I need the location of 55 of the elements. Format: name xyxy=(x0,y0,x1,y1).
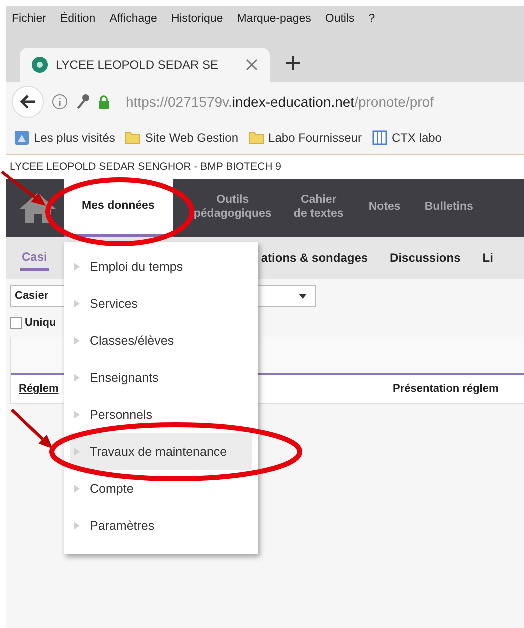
menu-item[interactable]: Enseignants xyxy=(70,359,252,396)
nav-tab[interactable]: Notes xyxy=(354,179,415,237)
plus-icon[interactable] xyxy=(286,56,300,70)
triangle-icon xyxy=(74,336,80,344)
menu-item[interactable]: Affichage xyxy=(110,13,158,25)
nav-tab[interactable]: Mes données xyxy=(64,179,173,237)
menu-item[interactable]: Historique xyxy=(171,13,224,25)
bookmark[interactable]: Site Web Gestion xyxy=(125,130,239,146)
folder-icon xyxy=(248,130,265,146)
nav-tab[interactable]: Cahier de textes xyxy=(282,179,355,237)
back-arrow-icon xyxy=(20,95,36,109)
site-icon xyxy=(32,57,48,73)
menu-item[interactable]: Personnels xyxy=(70,396,252,433)
page-title: LYCEE LEOPOLD SEDAR SENGHOR - BMP BIOTECH 9 xyxy=(9,160,283,175)
triangle-icon xyxy=(74,262,80,270)
menu-item[interactable]: Paramètres xyxy=(70,507,252,544)
menu-item[interactable]: Marque-pages xyxy=(237,13,312,25)
page-icon xyxy=(372,130,388,146)
key-icon[interactable] xyxy=(76,94,90,110)
table-cell: Présentation réglem xyxy=(393,383,499,395)
sub-tab[interactable]: Li xyxy=(480,247,496,269)
back-button[interactable] xyxy=(12,86,44,118)
nav-tab[interactable]: Outils pédagogiques xyxy=(172,179,283,237)
menu-item[interactable]: Édition xyxy=(60,13,96,25)
menu-item[interactable]: Fichier xyxy=(12,13,47,25)
menu-item[interactable]: ? xyxy=(368,13,376,25)
bookmark[interactable]: Labo Fournisseur xyxy=(248,130,362,146)
triangle-icon xyxy=(74,522,80,530)
triangle-icon xyxy=(74,484,80,492)
checkbox-label: Uniqu xyxy=(25,317,56,329)
close-icon[interactable] xyxy=(246,59,258,71)
menu-item[interactable]: Compte xyxy=(70,470,252,507)
caret-icon xyxy=(299,294,307,298)
checkbox[interactable] xyxy=(10,317,22,329)
triangle-icon xyxy=(74,300,80,308)
lock-icon[interactable] xyxy=(98,95,110,109)
annotation-arrow xyxy=(10,408,53,449)
nav-tab[interactable]: Bulletins xyxy=(414,179,484,237)
sub-tab[interactable]: ations & sondages xyxy=(259,247,370,269)
sub-tab[interactable]: Discussions xyxy=(388,247,463,269)
triangle-icon xyxy=(74,410,80,418)
annotation-arrow xyxy=(1,170,46,206)
triangle-icon xyxy=(74,374,80,382)
triangle-icon xyxy=(74,448,80,456)
menu-item[interactable]: Travaux de maintenance xyxy=(70,433,252,470)
bookmark[interactable]: Les plus visités xyxy=(14,130,116,146)
menu-item[interactable]: Classes/élèves xyxy=(70,322,252,359)
browser-tab[interactable]: LYCEE LEOPOLD SEDAR SE xyxy=(20,48,270,82)
menu-item[interactable]: Outils xyxy=(325,13,355,25)
info-icon[interactable] xyxy=(52,94,68,110)
folder-icon xyxy=(125,130,142,146)
bookmark[interactable]: CTX labo xyxy=(372,130,442,146)
menu-item[interactable]: Emploi du temps xyxy=(70,248,252,285)
tab-title: LYCEE LEOPOLD SEDAR SE xyxy=(56,58,220,72)
menu-item[interactable]: Services xyxy=(70,285,252,322)
